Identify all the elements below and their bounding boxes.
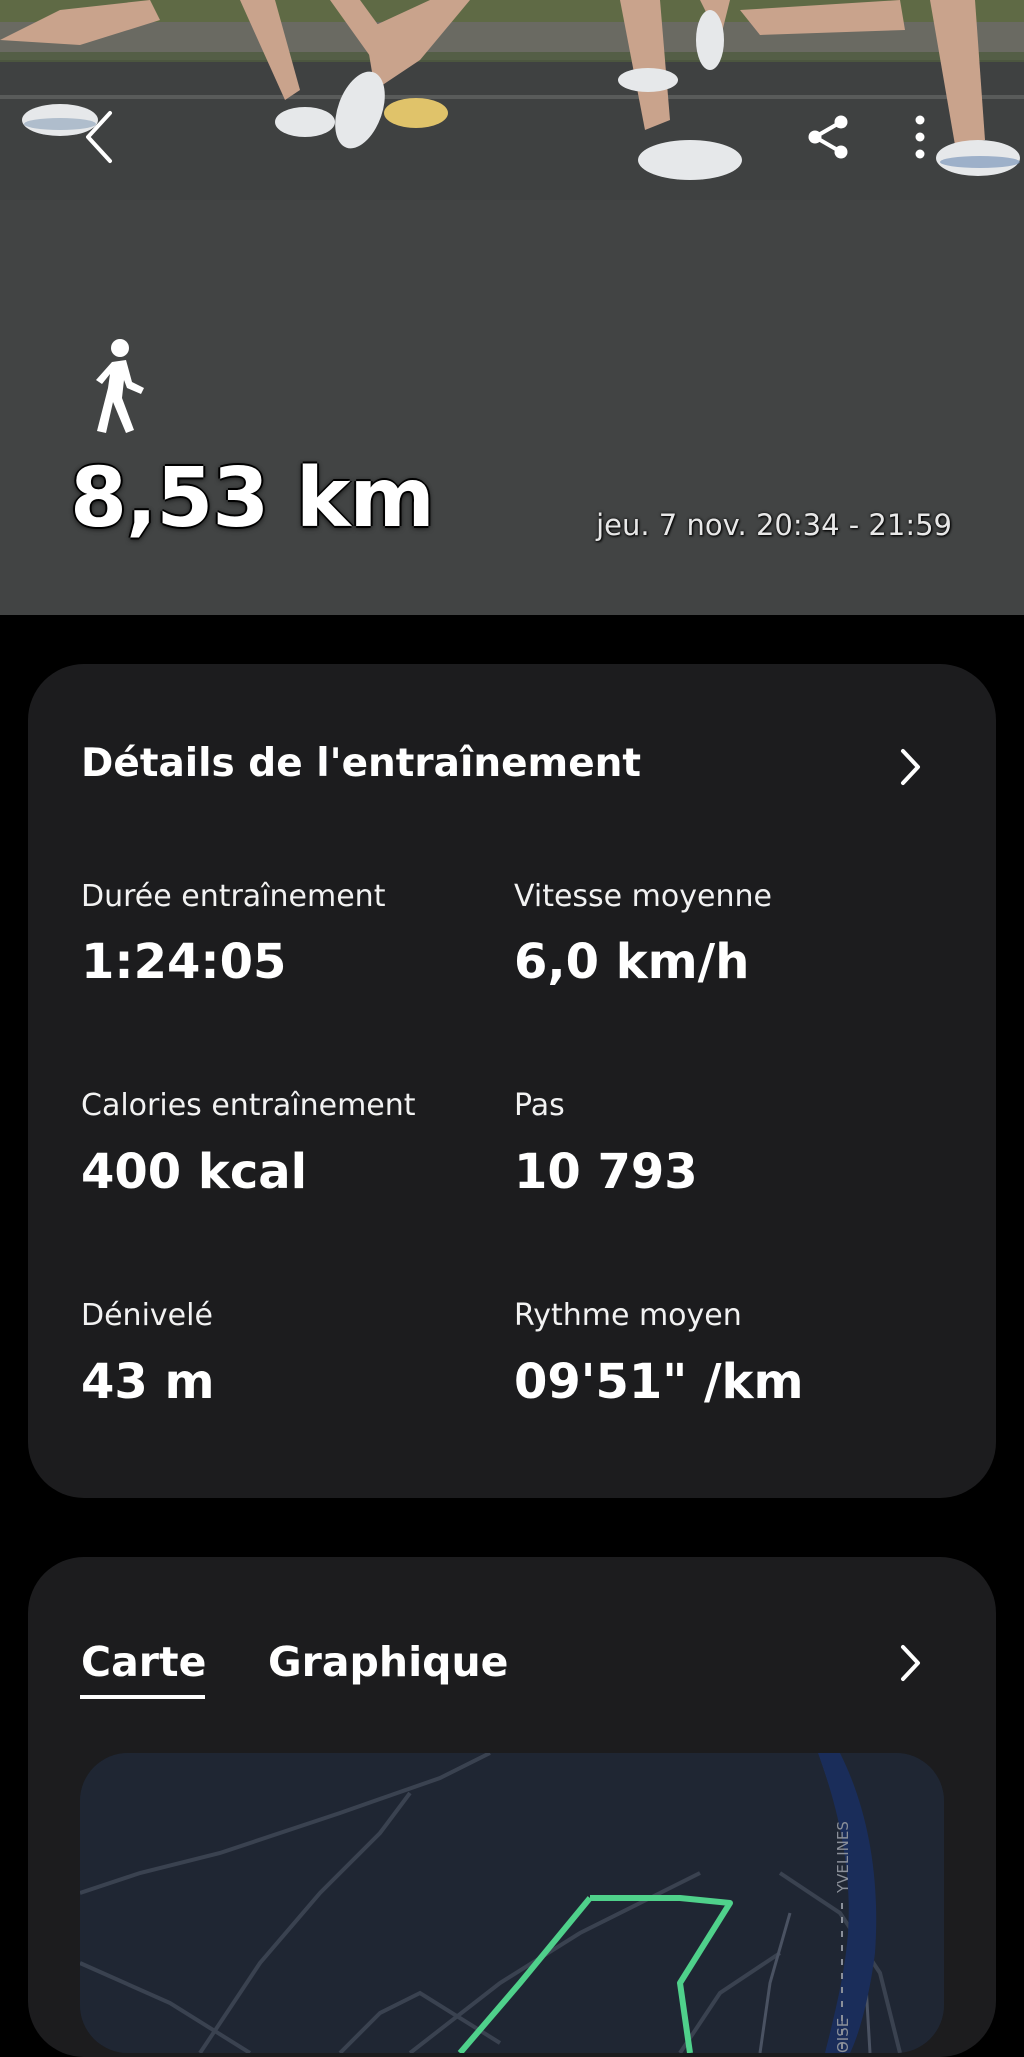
stat-label-average-speed: Vitesse moyenne bbox=[514, 879, 772, 914]
workout-date-range: jeu. 7 nov. 20:34 - 21:59 bbox=[596, 508, 952, 542]
tab-map[interactable]: Carte bbox=[81, 1642, 206, 1683]
map-label-region-1: YVELINES bbox=[834, 1821, 852, 1894]
more-options-button[interactable] bbox=[888, 105, 952, 169]
tab-graph[interactable]: Graphique bbox=[268, 1642, 508, 1683]
walking-person-icon bbox=[96, 339, 144, 433]
stat-label-steps: Pas bbox=[514, 1088, 565, 1123]
map-card-open-button[interactable] bbox=[880, 1633, 940, 1693]
chevron-right-icon bbox=[901, 1645, 920, 1681]
tab-selected-indicator bbox=[80, 1695, 205, 1699]
share-button[interactable] bbox=[796, 105, 860, 169]
route-map[interactable]: YVELINES OISE bbox=[80, 1753, 944, 2053]
stat-value-calories: 400 kcal bbox=[81, 1144, 308, 1200]
stat-value-average-pace: 09'51" /km bbox=[514, 1354, 804, 1410]
stat-label-calories: Calories entraînement bbox=[81, 1088, 416, 1123]
workout-details-open-button[interactable] bbox=[880, 737, 940, 797]
total-distance: 8,53 km bbox=[70, 451, 435, 546]
back-button[interactable] bbox=[68, 105, 132, 169]
workout-details-title[interactable]: Détails de l'entraînement bbox=[81, 744, 641, 783]
stat-label-elevation: Dénivelé bbox=[81, 1298, 213, 1333]
more-vertical-icon bbox=[915, 115, 925, 159]
stat-value-duration: 1:24:05 bbox=[81, 934, 287, 990]
share-icon bbox=[808, 115, 848, 159]
stat-label-duration: Durée entraînement bbox=[81, 879, 386, 914]
stat-label-average-pace: Rythme moyen bbox=[514, 1298, 742, 1333]
route-map-canvas: YVELINES OISE bbox=[80, 1753, 944, 2053]
stat-value-elevation: 43 m bbox=[81, 1354, 215, 1410]
stat-value-average-speed: 6,0 km/h bbox=[514, 934, 750, 990]
hero-banner: 8,53 km jeu. 7 nov. 20:34 - 21:59 bbox=[0, 0, 1024, 615]
chevron-right-icon bbox=[901, 749, 920, 785]
stat-value-steps: 10 793 bbox=[514, 1144, 698, 1200]
chevron-left-icon bbox=[86, 111, 112, 163]
